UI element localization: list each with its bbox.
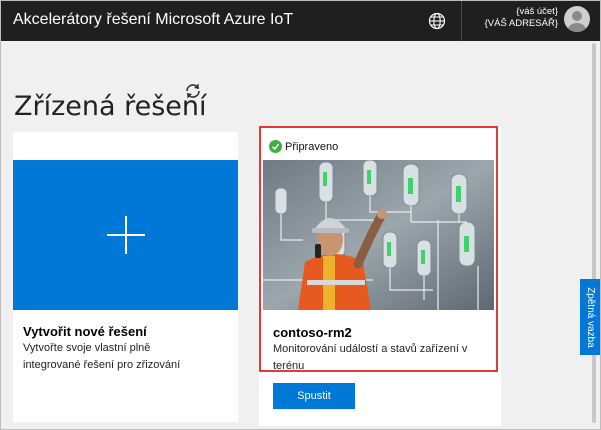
new-solution-title: Vytvořit nové řešení <box>23 324 147 339</box>
launch-button[interactable]: Spustit <box>273 383 355 409</box>
app-title: Akcelerátory řešení Microsoft Azure IoT <box>13 11 294 28</box>
account-name: {váš účet} <box>516 6 558 17</box>
page-title: Zřízená řešení <box>14 91 207 123</box>
new-solution-description: Vytvořte svoje vlastní plně integrované … <box>23 342 181 371</box>
feedback-tab[interactable]: Zpětná vazba <box>580 279 600 355</box>
header-divider <box>461 1 462 41</box>
refresh-icon[interactable] <box>182 80 204 102</box>
new-solution-card[interactable]: Vytvořit nové řešení Vytvořte svoje vlas… <box>13 132 238 422</box>
solution-name: contoso-rm2 <box>273 325 352 340</box>
solution-description: Monitorování událostí a stavů zařízení v… <box>273 343 468 372</box>
user-avatar-icon[interactable] <box>564 6 590 32</box>
scrollbar[interactable] <box>588 41 600 429</box>
top-navigation-bar: Akcelerátory řešení Microsoft Azure IoT … <box>1 1 600 41</box>
solution-photo <box>263 160 494 310</box>
solution-card-contoso-rm2[interactable]: Připraveno contoso-rm2 Monitorování udál… <box>259 126 501 426</box>
status-label: Připraveno <box>285 140 339 153</box>
new-solution-tile[interactable] <box>13 160 238 310</box>
globe-icon[interactable] <box>424 8 450 34</box>
account-directory: {VÁŠ ADRESÁŘ} <box>484 18 558 29</box>
browser-viewport: Akcelerátory řešení Microsoft Azure IoT … <box>0 0 601 430</box>
status-badge: Připraveno <box>269 140 338 153</box>
scrollbar-thumb[interactable] <box>592 43 596 423</box>
feedback-label: Zpětná vazba <box>585 286 597 348</box>
checkmark-icon <box>269 140 282 153</box>
account-menu[interactable]: {váš účet} {VÁŠ ADRESÁŘ} <box>485 6 558 30</box>
